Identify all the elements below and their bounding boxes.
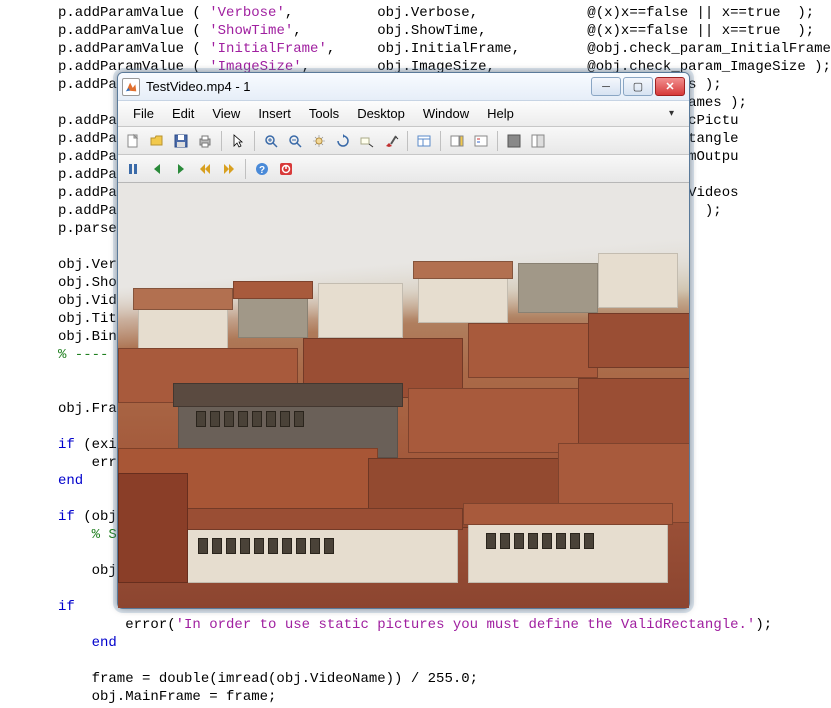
menu-view[interactable]: View xyxy=(203,104,249,123)
pointer-icon[interactable] xyxy=(227,130,249,152)
show-plot-icon[interactable] xyxy=(527,130,549,152)
datacursor-icon[interactable] xyxy=(356,130,378,152)
new-icon[interactable] xyxy=(122,130,144,152)
step-back-icon[interactable] xyxy=(146,158,168,180)
fastforward-icon[interactable] xyxy=(218,158,240,180)
figure-window: TestVideo.mp4 - 1 ─ ▢ ✕ File Edit View I… xyxy=(117,72,690,609)
video-frame-image xyxy=(118,183,689,608)
titlebar[interactable]: TestVideo.mp4 - 1 ─ ▢ ✕ xyxy=(118,73,689,101)
maximize-button[interactable]: ▢ xyxy=(623,77,653,96)
minimize-button[interactable]: ─ xyxy=(591,77,621,96)
pause-icon[interactable] xyxy=(122,158,144,180)
window-title: TestVideo.mp4 - 1 xyxy=(146,79,591,94)
brush-icon[interactable] xyxy=(380,130,402,152)
menu-desktop[interactable]: Desktop xyxy=(348,104,414,123)
save-icon[interactable] xyxy=(170,130,192,152)
hide-plot-icon[interactable] xyxy=(503,130,525,152)
colorbar-icon[interactable] xyxy=(446,130,468,152)
print-icon[interactable] xyxy=(194,130,216,152)
rotate-icon[interactable] xyxy=(332,130,354,152)
matlab-icon xyxy=(122,78,140,96)
zoom-out-icon[interactable] xyxy=(284,130,306,152)
toolbar-playback: ? xyxy=(118,155,689,183)
menu-help[interactable]: Help xyxy=(478,104,523,123)
menu-insert[interactable]: Insert xyxy=(249,104,300,123)
close-button[interactable]: ✕ xyxy=(655,77,685,96)
svg-text:?: ? xyxy=(259,165,265,176)
play-icon[interactable] xyxy=(170,158,192,180)
menu-edit[interactable]: Edit xyxy=(163,104,203,123)
menubar: File Edit View Insert Tools Desktop Wind… xyxy=(118,101,689,127)
menu-window[interactable]: Window xyxy=(414,104,478,123)
open-icon[interactable] xyxy=(146,130,168,152)
rewind-icon[interactable] xyxy=(194,158,216,180)
menu-tools[interactable]: Tools xyxy=(300,104,348,123)
pan-icon[interactable] xyxy=(308,130,330,152)
toolbar-main xyxy=(118,127,689,155)
figure-canvas[interactable] xyxy=(118,183,689,608)
link-icon[interactable] xyxy=(413,130,435,152)
legend-icon[interactable] xyxy=(470,130,492,152)
zoom-in-icon[interactable] xyxy=(260,130,282,152)
collapse-icon[interactable]: ▾ xyxy=(660,106,683,121)
stop-icon[interactable] xyxy=(275,158,297,180)
menu-file[interactable]: File xyxy=(124,104,163,123)
help-icon[interactable]: ? xyxy=(251,158,273,180)
